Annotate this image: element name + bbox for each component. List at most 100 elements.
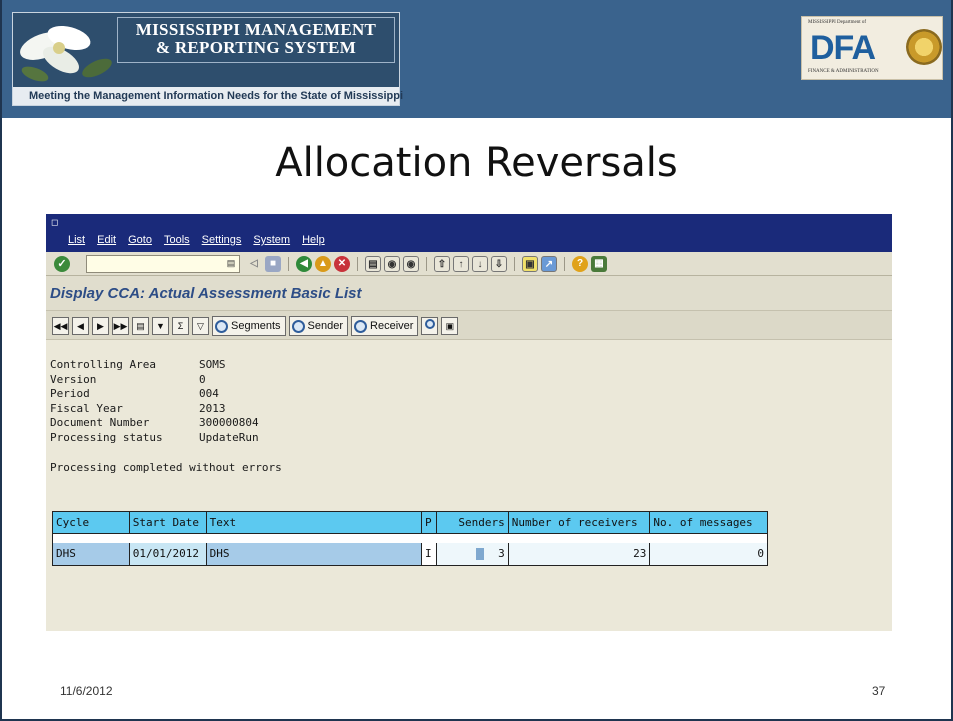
toolbar-separator — [357, 257, 358, 271]
segments-label: Segments — [231, 320, 281, 332]
first-item-icon[interactable]: ◀◀ — [52, 317, 69, 335]
help-icon[interactable]: ? — [572, 256, 588, 272]
next-page-icon[interactable]: ↓ — [472, 256, 488, 272]
cell-text[interactable]: DHS — [206, 543, 422, 565]
info-label: Processing status — [50, 430, 163, 444]
export-icon[interactable]: ▣ — [441, 317, 459, 335]
info-row: Document Number 300000804 — [50, 416, 259, 431]
last-item-icon[interactable]: ▶▶ — [112, 317, 129, 335]
sap-window: ◻ List Edit Goto Tools Settings System H… — [46, 214, 892, 631]
status-message: Processing completed without errors — [50, 461, 282, 474]
sort-icon[interactable]: ▼ — [152, 317, 169, 335]
slide-title: Allocation Reversals — [275, 140, 678, 186]
new-session-icon[interactable]: ▣ — [522, 256, 538, 272]
find-icon[interactable]: ◉ — [384, 256, 400, 272]
info-label: Fiscal Year — [50, 401, 123, 415]
magnifier-icon — [354, 319, 368, 333]
print-icon[interactable]: ▤ — [365, 256, 381, 272]
column-header-start-date[interactable]: Start Date — [130, 512, 207, 533]
menu-help[interactable]: Help — [302, 234, 325, 246]
info-row: Controlling Area SOMS — [50, 358, 259, 373]
last-page-icon[interactable]: ⇩ — [491, 256, 507, 272]
sap-menu: List Edit Goto Tools Settings System Hel… — [68, 234, 325, 246]
toolbar-separator — [514, 257, 515, 271]
receiver-button[interactable]: Receiver — [351, 316, 419, 336]
cell-senders[interactable]: 3 — [436, 543, 509, 565]
info-row: Fiscal Year 2013 — [50, 402, 259, 417]
column-header-receivers[interactable]: Number of receivers — [509, 512, 651, 533]
screen-title: Display CCA: Actual Assessment Basic Lis… — [50, 285, 362, 302]
menu-tools[interactable]: Tools — [164, 234, 190, 246]
cell-p[interactable]: I — [421, 543, 437, 565]
sap-menubar: ◻ List Edit Goto Tools Settings System H… — [46, 214, 892, 252]
cell-messages[interactable]: 0 — [650, 543, 768, 565]
toolbar-separator — [426, 257, 427, 271]
menu-settings[interactable]: Settings — [202, 234, 242, 246]
cell-cycle[interactable]: DHS — [53, 543, 130, 565]
cell-senders-value: 3 — [498, 547, 505, 560]
info-label: Document Number — [50, 416, 150, 429]
info-row: Processing status UpdateRun — [50, 431, 259, 446]
menu-goto[interactable]: Goto — [128, 234, 152, 246]
receiver-label: Receiver — [370, 320, 414, 332]
sender-marker-icon — [476, 548, 485, 560]
table-header-row: Cycle Start Date Text P Senders Number o… — [53, 512, 767, 534]
column-header-messages[interactable]: No. of messages — [650, 512, 767, 533]
info-label: Version — [50, 372, 97, 386]
page-number: 37 — [872, 684, 886, 698]
sender-label: Sender — [307, 320, 344, 332]
save-icon[interactable]: ■ — [265, 256, 281, 272]
info-value: 004 — [199, 387, 219, 400]
first-page-icon[interactable]: ⇧ — [434, 256, 450, 272]
cancel-icon[interactable]: ✕ — [334, 256, 350, 272]
info-value: 2013 — [199, 401, 226, 415]
segments-button[interactable]: Segments — [212, 316, 286, 336]
magnifier-icon — [291, 319, 305, 333]
back-icon[interactable]: ◀ — [296, 256, 312, 272]
toolbar-separator — [288, 257, 289, 271]
standard-toolbar: ◁ ■ ◀ ▲ ✕ ▤ ◉ ◉ ⇧ ↑ ↓ ⇩ ▣ ↗ ? ▦ — [246, 255, 607, 273]
column-header-text[interactable]: Text — [207, 512, 422, 533]
find-next-icon[interactable]: ◉ — [403, 256, 419, 272]
cell-start-date[interactable]: 01/01/2012 — [129, 543, 207, 565]
previous-page-icon[interactable]: ↑ — [453, 256, 469, 272]
footer-date: 11/6/2012 — [60, 684, 113, 698]
sap-title-bar: Display CCA: Actual Assessment Basic Lis… — [46, 276, 892, 310]
info-value: SOMS — [199, 358, 226, 371]
info-label: Period — [50, 387, 90, 400]
toolbar-separator — [564, 257, 565, 271]
info-label: Controlling Area — [50, 358, 156, 371]
assessment-table: Cycle Start Date Text P Senders Number o… — [52, 511, 768, 566]
sender-button[interactable]: Sender — [288, 316, 349, 336]
table-row[interactable]: DHS 01/01/2012 DHS I 3 23 0 — [53, 543, 768, 565]
filter-icon[interactable]: ▽ — [192, 317, 209, 335]
column-header-cycle[interactable]: Cycle — [53, 512, 130, 533]
menu-edit[interactable]: Edit — [97, 234, 116, 246]
info-row: Version 0 — [50, 373, 259, 388]
command-field[interactable] — [86, 255, 240, 273]
application-toolbar: ◀◀ ◀ ▶ ▶▶ ▤ ▼ Σ ▽ Segments Sender Receiv… — [46, 310, 892, 340]
shortcut-icon[interactable]: ↗ — [541, 256, 557, 272]
total-icon[interactable]: Σ — [172, 317, 189, 335]
info-value: 0 — [199, 372, 206, 386]
detail-icon[interactable] — [421, 317, 439, 335]
back-arrow-icon[interactable]: ◁ — [246, 256, 262, 272]
column-header-senders[interactable]: Senders — [437, 512, 509, 533]
command-history-icon[interactable]: ▤ — [224, 256, 238, 270]
info-value: 300000804 — [199, 416, 259, 429]
enter-icon[interactable]: ✓ — [54, 256, 70, 272]
column-header-p[interactable]: P — [422, 512, 437, 533]
cell-receivers[interactable]: 23 — [508, 543, 651, 565]
sap-command-bar: ✓ ▤ ◁ ■ ◀ ▲ ✕ ▤ ◉ ◉ ⇧ ↑ ↓ ⇩ ▣ ↗ ? ▦ — [46, 252, 892, 276]
exit-icon[interactable]: ▲ — [315, 256, 331, 272]
next-item-icon[interactable]: ▶ — [92, 317, 109, 335]
system-menu-icon[interactable]: ◻ — [51, 217, 61, 227]
magnifier-icon — [424, 319, 435, 329]
menu-list[interactable]: List — [68, 234, 85, 246]
layout-menu-icon[interactable]: ▦ — [591, 256, 607, 272]
info-row: Period 004 — [50, 387, 259, 402]
menu-system[interactable]: System — [253, 234, 290, 246]
print-list-icon[interactable]: ▤ — [132, 317, 149, 335]
app-button-group: ◀◀ ◀ ▶ ▶▶ ▤ ▼ Σ ▽ Segments Sender Receiv… — [52, 316, 459, 336]
previous-item-icon[interactable]: ◀ — [72, 317, 89, 335]
